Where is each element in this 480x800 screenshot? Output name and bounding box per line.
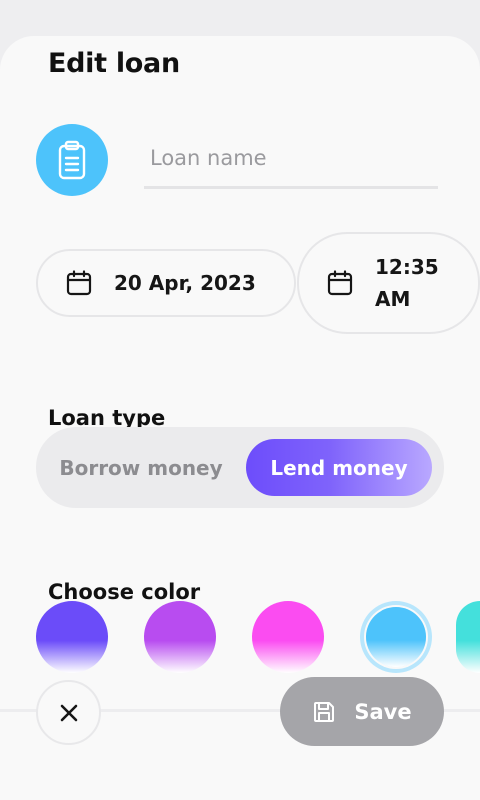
- time-value: 12:35 AM: [375, 255, 439, 311]
- lend-money-option[interactable]: Lend money: [246, 439, 432, 496]
- loan-name-input[interactable]: [144, 130, 438, 189]
- calendar-icon: [66, 270, 92, 296]
- loan-icon-picker[interactable]: [36, 124, 108, 196]
- loan-type-selector: Borrow money Lend money: [36, 427, 444, 508]
- calendar-icon: [327, 270, 353, 296]
- color-swatch-indigo[interactable]: [36, 601, 108, 673]
- save-icon: [314, 701, 335, 722]
- save-button[interactable]: Save: [280, 677, 444, 746]
- date-picker[interactable]: 20 Apr, 2023: [36, 249, 296, 317]
- time-picker[interactable]: 12:35 AM: [297, 232, 480, 334]
- borrow-money-option[interactable]: Borrow money: [36, 439, 246, 496]
- clipboard-icon: [58, 140, 86, 180]
- color-swatch-teal[interactable]: [456, 601, 480, 673]
- save-label: Save: [354, 699, 412, 724]
- date-value: 20 Apr, 2023: [114, 271, 256, 295]
- color-swatch-sky[interactable]: [366, 607, 426, 667]
- color-swatch-violet[interactable]: [144, 601, 216, 673]
- close-button[interactable]: [36, 680, 101, 745]
- close-icon: [60, 704, 77, 721]
- page-title: Edit loan: [48, 48, 180, 79]
- color-swatch-magenta[interactable]: [252, 601, 324, 673]
